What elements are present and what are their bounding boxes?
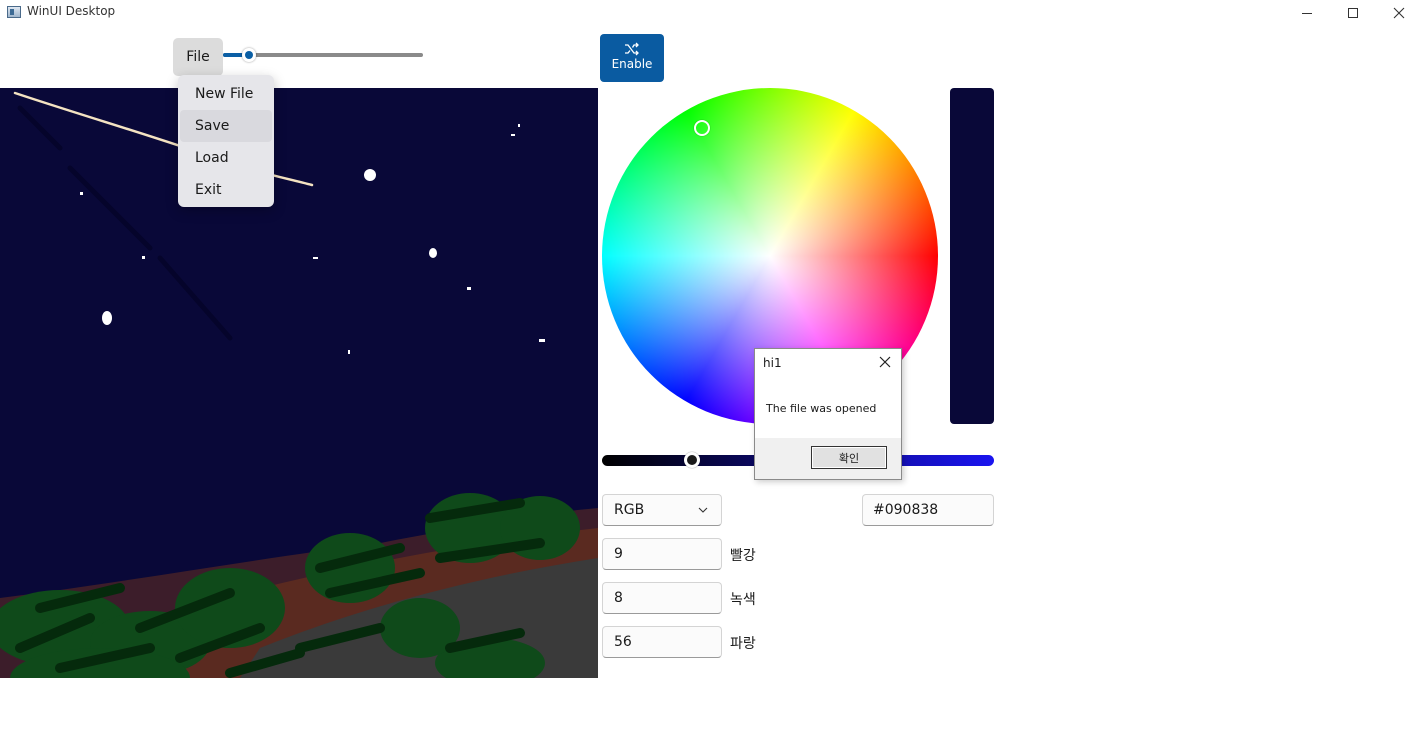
- minimize-button[interactable]: [1284, 0, 1330, 26]
- hex-input[interactable]: #090838: [862, 494, 994, 526]
- close-button[interactable]: [1376, 0, 1421, 26]
- menu-item-exit[interactable]: Exit: [180, 174, 272, 206]
- hex-value: #090838: [873, 502, 939, 518]
- blue-value: 56: [614, 634, 632, 650]
- green-input[interactable]: 8: [602, 582, 722, 614]
- message-dialog: hi1 The file was opened 확인: [754, 348, 902, 480]
- app-icon: [7, 6, 21, 18]
- dialog-ok-button[interactable]: 확인: [811, 446, 887, 469]
- menu-item-save[interactable]: Save: [180, 110, 272, 142]
- red-value: 9: [614, 546, 623, 562]
- drawing-canvas[interactable]: [0, 88, 598, 678]
- chevron-down-icon: [698, 507, 708, 513]
- brush-size-slider[interactable]: [223, 46, 425, 64]
- enable-label: Enable: [611, 57, 653, 71]
- shuffle-icon: [625, 42, 639, 56]
- slider-fill: [223, 53, 243, 57]
- menu-item-load[interactable]: Load: [180, 142, 272, 174]
- dialog-message: The file was opened: [766, 402, 877, 415]
- window-title: WinUI Desktop: [27, 4, 116, 18]
- blue-label: 파랑: [730, 636, 756, 652]
- green-label: 녹색: [730, 592, 756, 608]
- canvas-drawing: [0, 88, 598, 678]
- dialog-close-icon[interactable]: [878, 355, 892, 369]
- color-preview: [950, 88, 994, 424]
- maximize-button[interactable]: [1330, 0, 1376, 26]
- red-input[interactable]: 9: [602, 538, 722, 570]
- green-value: 8: [614, 590, 623, 606]
- slider-thumb[interactable]: [242, 48, 256, 62]
- file-menu-flyout: New File Save Load Exit: [178, 75, 274, 207]
- color-mode-dropdown[interactable]: RGB: [602, 494, 722, 526]
- dialog-footer: 확인: [755, 438, 901, 479]
- file-menu-button[interactable]: File: [173, 38, 223, 76]
- blue-input[interactable]: 56: [602, 626, 722, 658]
- color-wheel-thumb[interactable]: [694, 120, 710, 136]
- minimize-icon: [1302, 12, 1312, 14]
- file-menu-label: File: [186, 49, 210, 65]
- red-label: 빨강: [730, 548, 756, 564]
- maximize-icon: [1348, 8, 1358, 18]
- enable-button[interactable]: Enable: [600, 34, 664, 82]
- menu-item-new-file[interactable]: New File: [180, 78, 272, 110]
- value-slider-thumb[interactable]: [684, 452, 700, 468]
- close-icon: [1393, 7, 1405, 19]
- dialog-title: hi1: [763, 356, 782, 370]
- title-bar: WinUI Desktop: [0, 0, 1421, 26]
- color-mode-value: RGB: [614, 502, 645, 518]
